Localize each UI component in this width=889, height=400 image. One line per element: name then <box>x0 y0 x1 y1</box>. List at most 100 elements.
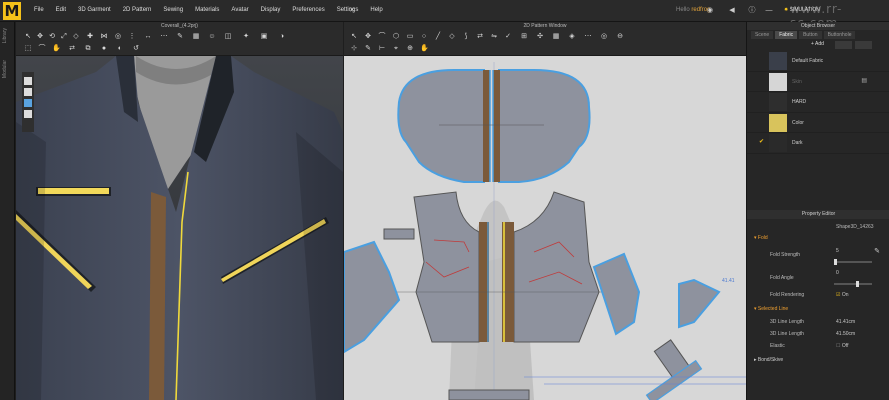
close-tab-icon[interactable]: ✕ <box>348 7 356 15</box>
menu-materials[interactable]: Materials <box>189 7 225 13</box>
line-length-label: 3D Line Length <box>770 319 804 325</box>
move-icon[interactable]: ✥ <box>36 33 44 41</box>
fabric-name: Color <box>792 119 804 126</box>
tab-buttonhole[interactable]: Buttonhole <box>823 31 856 39</box>
add-fabric-button[interactable]: + Add <box>811 41 824 47</box>
tab-scene[interactable]: Scene <box>751 31 774 39</box>
fold-section-header[interactable]: ▾ Fold <box>754 235 768 241</box>
copy-fabric-button[interactable] <box>835 41 852 49</box>
menu-sewing[interactable]: Sewing <box>157 7 189 13</box>
elastic-toggle[interactable]: ☐ Off <box>836 343 848 349</box>
object-browser-tabs: Scene Fabric Button Buttonhole <box>747 30 889 40</box>
select-mesh-icon[interactable]: ⬚ <box>24 45 32 53</box>
fabric-toolbar: + Add <box>747 40 889 51</box>
fabric-name: Default Fabric <box>792 58 824 64</box>
button-icon[interactable]: ◎ <box>114 33 122 41</box>
measure-label: 41.41 <box>722 278 735 284</box>
line-length-value: 41.41cm <box>836 319 856 325</box>
fabric-swatch <box>769 52 787 70</box>
fabric-item[interactable]: HARD <box>747 92 889 113</box>
menu-edit[interactable]: Edit <box>50 7 72 13</box>
sphere-icon[interactable]: ● <box>100 45 108 53</box>
tab-button[interactable]: Button <box>799 31 822 39</box>
fabric-item[interactable]: Default Fabric <box>747 51 889 72</box>
brush-icon[interactable]: ✎ <box>176 33 184 41</box>
info-icon[interactable]: ⓘ <box>748 7 756 15</box>
tack-icon[interactable]: ⋈ <box>100 33 108 41</box>
fabric-swatch <box>769 113 787 132</box>
zip-icon[interactable]: ⋮ <box>128 33 136 41</box>
fabric-swatch <box>769 93 787 111</box>
topstitch-icon[interactable]: ⋯ <box>160 33 168 41</box>
shape-name: Shape3D_14263 <box>836 224 874 230</box>
sewing-icon[interactable]: ⇄ <box>68 45 76 53</box>
light-icon[interactable]: ✦ <box>242 33 250 41</box>
fabric-item[interactable]: Skin ▤ <box>747 72 889 92</box>
menu-display[interactable]: Display <box>255 7 287 13</box>
fold-strength-slider[interactable] <box>834 259 872 265</box>
trash-icon[interactable]: ▤ <box>861 77 867 84</box>
scale-icon[interactable]: ⤢ <box>60 33 68 41</box>
pattern-canvas <box>344 56 746 400</box>
menu-file[interactable]: File <box>28 7 50 13</box>
bond-skive-section-header[interactable]: ▸ Bond/Skive <box>754 357 783 363</box>
tab-fabric[interactable]: Fabric <box>775 31 798 39</box>
fold-angle-label: Fold Angle <box>770 275 794 281</box>
view-icon[interactable]: ◑ <box>278 33 286 41</box>
fabric-item[interactable]: Color <box>747 113 889 133</box>
fold-angle-slider[interactable] <box>834 281 872 287</box>
main-menu: File Edit 3D Garment 2D Pattern Sewing M… <box>28 7 389 13</box>
rotate-icon[interactable]: ⟲ <box>48 33 56 41</box>
lasso-icon[interactable]: ⌒ <box>38 45 46 53</box>
left-dock-strip: Library Modular <box>0 22 15 400</box>
property-editor-title: Property Editor <box>747 210 889 219</box>
fabric-swatch <box>769 134 787 152</box>
minimize-icon[interactable]: — <box>765 7 773 15</box>
pattern-2d-window[interactable]: 2D Pattern Window ↖ ✥ ⌒ ⬡ ▭ ○ ╱ ◇ ⟆ ⇄ ⇋ … <box>344 22 746 400</box>
layer-icon[interactable]: ◐ <box>116 45 124 53</box>
menu-avatar[interactable]: Avatar <box>225 7 254 13</box>
menu-help[interactable]: Help <box>364 7 388 13</box>
selected-line-section-header[interactable]: ▾ Selected Line <box>754 306 788 312</box>
viewport-3d[interactable]: Coverall_(4.2prj) ↖ ✥ ⟲ ⤢ ◇ ✚ ⋈ ◎ ⋮ ↔ ⋯ … <box>16 22 343 400</box>
menu-bar: M File Edit 3D Garment 2D Pattern Sewing… <box>0 0 889 30</box>
camera-icon[interactable]: ◫ <box>224 33 232 41</box>
check-icon: ✔ <box>759 139 765 145</box>
right-panel: Object Browser Scene Fabric Button Butto… <box>746 22 889 400</box>
fabric-name: Skin <box>792 78 802 85</box>
audio-icon[interactable]: ◀ <box>728 7 736 15</box>
strengthen-icon[interactable]: ⧉ <box>84 45 92 53</box>
line-length-label: 3D Line Length <box>770 331 804 337</box>
fabric-item[interactable]: ✔ Dark <box>747 133 889 154</box>
fold-strength-value[interactable]: 5 <box>836 248 839 254</box>
fold-rendering-toggle[interactable]: ☑ On <box>836 292 849 298</box>
render-icon[interactable]: ▣ <box>260 33 268 41</box>
measure-icon[interactable]: ↔ <box>144 33 152 41</box>
modular-tab[interactable]: Modular <box>2 60 12 78</box>
fold-angle-value[interactable]: 0 <box>836 270 839 276</box>
delete-fabric-button[interactable] <box>855 41 872 49</box>
select-icon[interactable]: ↖ <box>24 33 32 41</box>
grab-icon[interactable]: ✋ <box>52 45 61 53</box>
record-icon[interactable]: ◉ <box>706 7 714 15</box>
texture-icon[interactable]: ▦ <box>192 33 200 41</box>
fabric-name: Dark <box>792 140 803 146</box>
app-logo: M <box>3 2 21 20</box>
fabric-name: HARD <box>792 99 807 105</box>
reset-icon[interactable]: ↺ <box>132 45 140 53</box>
menu-3d-garment[interactable]: 3D Garment <box>72 7 117 13</box>
object-browser-title: Object Browser <box>747 22 889 30</box>
fold-strength-label: Fold Strength <box>770 252 801 258</box>
menu-2d-pattern[interactable]: 2D Pattern <box>117 7 158 13</box>
line-length-value: 41.50cm <box>836 331 856 337</box>
avatar-icon[interactable]: ☺ <box>208 33 216 41</box>
menu-preferences[interactable]: Preferences <box>286 7 330 13</box>
fold-rendering-label: Fold Rendering <box>770 292 805 298</box>
pin-icon[interactable]: ✚ <box>86 33 94 41</box>
elastic-label: Elastic <box>770 343 785 349</box>
fold-icon[interactable]: ◇ <box>72 33 80 41</box>
edit-icon[interactable]: ✎ <box>873 248 881 256</box>
garment-render <box>16 56 343 400</box>
library-tab[interactable]: Library <box>2 28 12 43</box>
fabric-swatch <box>769 72 787 91</box>
